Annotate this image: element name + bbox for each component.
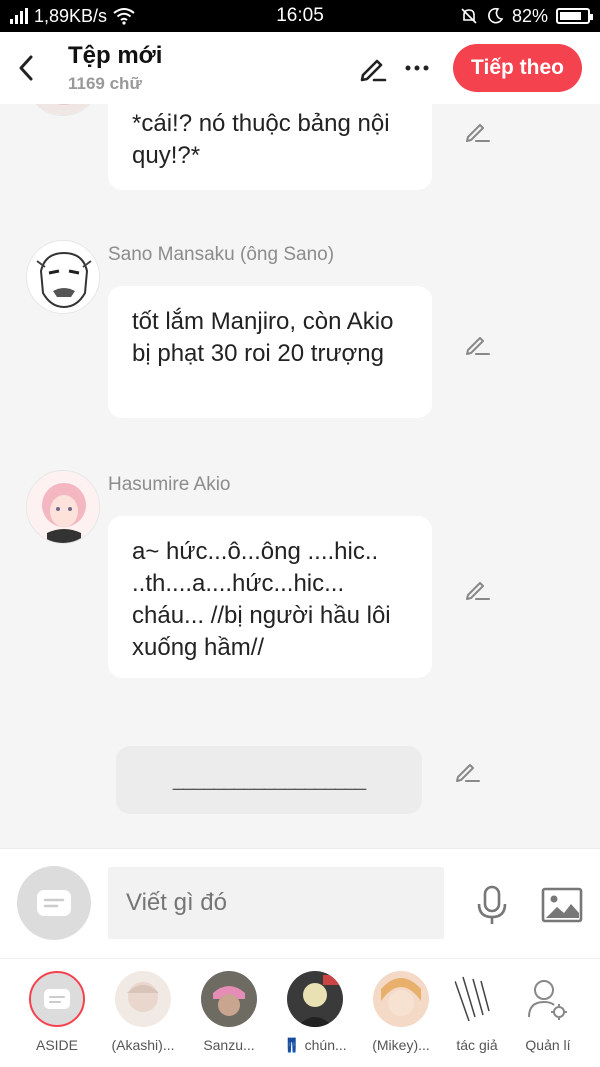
pencil-icon xyxy=(360,59,387,82)
character-label: Quản lí xyxy=(525,1037,571,1053)
user-settings-icon xyxy=(528,980,567,1020)
message-bubble[interactable]: tốt lắm Manjiro, còn Akio bị phạt 30 roi… xyxy=(108,286,432,418)
avatar[interactable] xyxy=(26,240,100,314)
speaker-name: Sano Mansaku (ông Sano) xyxy=(108,244,335,265)
more-button[interactable] xyxy=(395,46,439,90)
edit-message-icon[interactable] xyxy=(452,756,482,786)
word-count: 1169 chữ xyxy=(68,74,142,93)
message-text: tốt lắm Manjiro, còn Akio bị phạt 30 roi… xyxy=(132,308,394,367)
character-sanzu[interactable]: Sanzu... xyxy=(187,971,271,1053)
character-label: ASIDE xyxy=(35,1037,78,1053)
image-icon[interactable] xyxy=(540,883,584,927)
wifi-icon xyxy=(113,8,135,25)
edit-message-icon[interactable] xyxy=(462,574,492,604)
character-label: (Mikey)... xyxy=(372,1037,430,1053)
message-text: *cái!? nó thuộc bảng nội quy!?* xyxy=(132,110,390,169)
aside-bubble[interactable]: ___________________ xyxy=(116,746,422,814)
character-avatar xyxy=(115,971,171,1027)
chat-bubble-icon xyxy=(37,890,71,916)
character-aside[interactable]: ASIDE xyxy=(15,971,99,1053)
signal-icon xyxy=(10,8,28,24)
avatar-image xyxy=(27,471,99,543)
back-button[interactable] xyxy=(0,32,52,104)
battery-percent: 82% xyxy=(511,5,548,26)
edit-message-icon[interactable] xyxy=(462,116,492,146)
avatar-image xyxy=(27,104,99,115)
message-text: ___________________ xyxy=(172,769,366,791)
status-bar: 1,89KB/s 16:05 82% xyxy=(0,0,600,32)
character-bar: ASIDE (Akashi)... Sanzu... 👖 chún... (Mi… xyxy=(0,958,600,1067)
aside-toggle-button[interactable] xyxy=(17,866,91,940)
clock: 16:05 xyxy=(276,5,324,26)
chevron-left-icon xyxy=(19,55,33,81)
character-label: Sanzu... xyxy=(203,1037,255,1053)
message-text: a~ hức...ô...ông ....hic.. ..th....a....… xyxy=(132,538,391,661)
page-title: Tệp mới xyxy=(68,42,163,69)
character-chun[interactable]: 👖 chún... xyxy=(273,971,357,1054)
avatar-image xyxy=(27,241,99,313)
manage-avatar xyxy=(520,971,576,1027)
character-avatar xyxy=(373,971,429,1027)
avatar[interactable] xyxy=(26,470,100,544)
mute-icon xyxy=(461,8,477,24)
character-akashi[interactable]: (Akashi)... xyxy=(101,971,185,1053)
microphone-icon[interactable] xyxy=(470,883,514,927)
character-label: 👖 chún... xyxy=(283,1037,347,1053)
character-mikey[interactable]: (Mikey)... xyxy=(359,971,443,1053)
character-author[interactable]: tác giả xyxy=(445,971,509,1053)
character-label: (Akashi)... xyxy=(111,1037,175,1053)
battery-icon xyxy=(556,8,593,24)
character-label: tác giả xyxy=(456,1037,498,1053)
message-bubble[interactable]: *cái!? nó thuộc bảng nội quy!?* xyxy=(108,104,432,190)
character-avatar xyxy=(449,971,505,1027)
avatar[interactable] xyxy=(26,104,100,116)
edit-message-icon[interactable] xyxy=(462,329,492,359)
message-input[interactable] xyxy=(108,867,444,939)
rename-button[interactable] xyxy=(351,46,395,90)
character-avatar xyxy=(287,971,343,1027)
more-dots-icon xyxy=(405,65,429,71)
aside-avatar xyxy=(29,971,85,1027)
chat-area[interactable]: *cái!? nó thuộc bảng nội quy!?* Sano Man… xyxy=(0,104,600,848)
top-bar: Tệp mới 1169 chữ Tiếp theo xyxy=(0,32,600,104)
composer xyxy=(0,848,600,958)
network-speed: 1,89KB/s xyxy=(34,5,108,26)
chat-bubble-icon xyxy=(44,989,70,1009)
character-avatar xyxy=(201,971,257,1027)
message-bubble[interactable]: a~ hức...ô...ông ....hic.. ..th....a....… xyxy=(108,516,432,678)
speaker-name: Hasumire Akio xyxy=(108,474,231,495)
next-button[interactable]: Tiếp theo xyxy=(453,44,582,92)
manage-characters-button[interactable]: Quản lí xyxy=(510,971,586,1053)
moon-icon xyxy=(488,7,504,24)
